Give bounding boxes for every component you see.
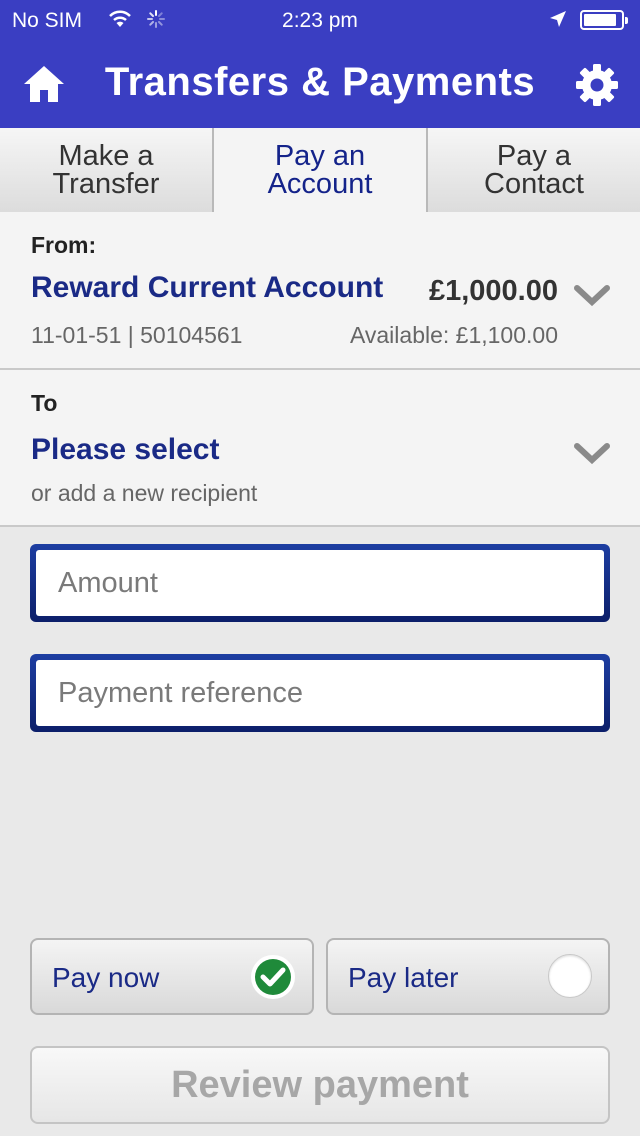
from-account-name: Reward Current Account (31, 271, 384, 304)
amount-field-frame (30, 544, 610, 622)
to-label: To (31, 390, 58, 416)
tab-pay-an-account[interactable]: Pay an Account (214, 128, 428, 214)
add-new-recipient-link[interactable]: or add a new recipient (31, 480, 257, 507)
app-header: No SIM 2:23 pm Transfers & Payments (0, 0, 640, 128)
pay-now-option[interactable]: Pay now (30, 938, 314, 1015)
status-bar: No SIM 2:23 pm (0, 0, 640, 40)
location-arrow-icon (548, 9, 568, 35)
check-circle-icon (250, 954, 296, 1000)
to-recipient-selector[interactable]: To Please select or add a new recipient (0, 370, 640, 527)
tab-pay-a-contact[interactable]: Pay a Contact (428, 128, 640, 212)
pay-later-label: Pay later (348, 962, 459, 993)
from-label: From: (31, 232, 97, 258)
payment-reference-input[interactable] (36, 660, 604, 726)
page-title: Transfers & Payments (104, 60, 536, 104)
radio-unchecked-icon (548, 954, 592, 998)
gear-icon[interactable] (574, 62, 620, 108)
pay-later-option[interactable]: Pay later (326, 938, 610, 1015)
chevron-down-icon[interactable] (574, 284, 610, 308)
battery-fill (584, 14, 616, 26)
battery-icon (580, 10, 628, 30)
from-account-selector[interactable]: From: Reward Current Account £1,000.00 1… (0, 212, 640, 370)
chevron-down-icon[interactable] (574, 442, 610, 466)
review-payment-button[interactable]: Review payment (30, 1046, 610, 1124)
from-sort-code-account-number: 11-01-51 | 50104561 (31, 322, 243, 348)
from-available-balance: Available: £1,100.00 (349, 322, 558, 348)
reference-field-frame (30, 654, 610, 732)
tab-label: Pay an Account (267, 140, 373, 200)
amount-input[interactable] (36, 550, 604, 616)
pay-now-label: Pay now (52, 962, 160, 993)
tab-make-a-transfer[interactable]: Make a Transfer (0, 128, 214, 212)
tab-label: Make a Transfer (52, 140, 160, 200)
tab-label: Pay a Contact (484, 140, 584, 200)
clock-time: 2:23 pm (282, 9, 358, 32)
payment-type-tabs: Make a Transfer Pay an Account Pay a Con… (0, 128, 640, 214)
from-account-balance: £1,000.00 (428, 275, 558, 307)
recipient-select-link[interactable]: Please select (31, 433, 219, 467)
